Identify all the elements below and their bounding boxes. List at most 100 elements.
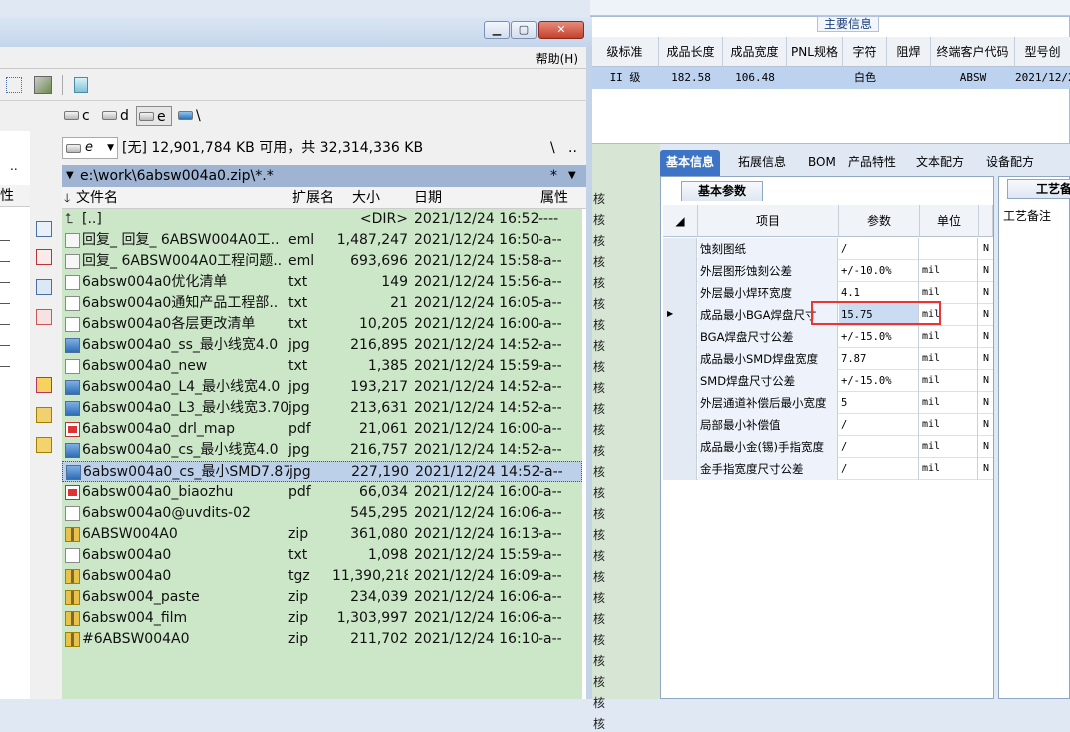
param-unit[interactable]: mil xyxy=(920,260,978,282)
param-row[interactable]: 外层图形蚀刻公差 +/-10.0% mil N xyxy=(663,260,993,282)
title-bar[interactable]: ▁ ▢ ✕ xyxy=(0,17,592,47)
edit-file-icon[interactable] xyxy=(36,249,52,265)
param-unit[interactable] xyxy=(920,238,978,260)
param-value[interactable]: / xyxy=(839,414,919,436)
param-unit[interactable]: mil xyxy=(920,370,978,392)
drive-c-button[interactable]: c xyxy=(62,106,90,126)
file-row[interactable]: #6ABSW004A0 zip 211,702 2021/12/24 16:10 -a-… xyxy=(62,629,582,650)
drive-e-button[interactable]: e xyxy=(136,106,172,126)
row-selector[interactable] xyxy=(663,348,697,370)
row-selector[interactable] xyxy=(663,436,697,458)
minimize-button[interactable]: ▁ xyxy=(484,21,510,39)
grid-col-header[interactable]: 成品宽度 xyxy=(723,37,787,67)
grid-col-header[interactable]: 成品长度 xyxy=(659,37,723,67)
param-row[interactable]: BGA焊盘尺寸公差 +/-15.0% mil N xyxy=(663,326,993,348)
grid-view-icon[interactable] xyxy=(6,77,22,93)
tab-1[interactable]: 拓展信息 xyxy=(732,150,792,176)
parent-button[interactable]: .. xyxy=(568,131,577,165)
tab-3[interactable]: 产品特性 xyxy=(842,150,902,176)
row-selector[interactable] xyxy=(663,260,697,282)
param-row[interactable]: 局部最小补偿值 / mil N xyxy=(663,414,993,436)
param-row[interactable]: 蚀刻图纸 / N xyxy=(663,238,993,260)
view-file-icon[interactable] xyxy=(36,221,52,237)
file-row[interactable]: 6absw004a0_new txt 1,385 2021/12/24 15:59 -a… xyxy=(62,356,582,377)
file-row[interactable]: ⮤ [..] <DIR> 2021/12/24 16:52 ---- xyxy=(62,209,582,230)
file-row[interactable]: 6ABSW004A0 zip 361,080 2021/12/24 16:13 -a-- xyxy=(62,524,582,545)
new-folder-icon[interactable] xyxy=(36,407,52,423)
param-row[interactable]: SMD焊盘尺寸公差 +/-15.0% mil N xyxy=(663,370,993,392)
folder-icon[interactable] xyxy=(36,437,52,453)
file-row[interactable]: 6absw004a0通知产品工程部.. txt 21 2021/12/24 16:05… xyxy=(62,293,582,314)
file-row[interactable]: 回复_ 回复_ 6ABSW004A0工.. eml 1,487,247 2021/12… xyxy=(62,230,582,251)
main-info-grid-row[interactable]: II 级 182.58 106.48 白色 ABSW 2021/12/2 xyxy=(591,67,1070,89)
pack-icon[interactable] xyxy=(34,76,52,94)
grid-col-header[interactable]: 型号创 xyxy=(1015,37,1070,67)
gift-icon[interactable] xyxy=(36,377,52,393)
file-row[interactable]: 6absw004a0_drl_map pdf 21,061 2021/12/24 16… xyxy=(62,419,582,440)
col-date[interactable]: 日期 xyxy=(414,187,442,209)
col-attributes[interactable]: 属性 xyxy=(540,187,568,209)
file-row[interactable]: 6absw004a0_L3_最小线宽3.70.. jpg 213,631 2021/1… xyxy=(62,398,582,419)
drive-d-button[interactable]: d xyxy=(100,106,129,126)
param-row[interactable]: 成品最小金(锡)手指宽度 / mil N xyxy=(663,436,993,458)
file-row[interactable]: 6absw004a0_ss_最小线宽4.0 jpg 216,895 2021/12/2… xyxy=(62,335,582,356)
window-scrollbar[interactable] xyxy=(586,47,592,699)
basic-params-tab[interactable]: 基本参数 xyxy=(681,181,763,201)
row-selector[interactable] xyxy=(663,414,697,436)
help-menu[interactable]: 帮助(H) xyxy=(536,50,578,67)
row-selector[interactable] xyxy=(663,326,697,348)
param-value[interactable]: 5 xyxy=(839,392,919,414)
params-header-item[interactable]: 项目 xyxy=(698,205,839,237)
param-unit[interactable]: mil xyxy=(920,326,978,348)
file-row[interactable]: 6absw004a0_cs_最小SMD7.870 jpg 227,190 2021/1… xyxy=(62,461,582,482)
row-selector[interactable] xyxy=(663,370,697,392)
file-row[interactable]: 6absw004_paste zip 234,039 2021/12/24 16:06… xyxy=(62,587,582,608)
params-header-value[interactable]: 参数 xyxy=(839,205,920,237)
param-row[interactable]: 成品最小SMD焊盘宽度 7.87 mil N xyxy=(663,348,993,370)
col-size[interactable]: 大小 xyxy=(352,187,380,209)
file-row[interactable]: 6absw004_film zip 1,303,997 2021/12/24 16:0… xyxy=(62,608,582,629)
filter-label[interactable]: * xyxy=(550,165,557,187)
file-row[interactable]: 6absw004a0_cs_最小线宽4.0 jpg 216,757 2021/12/2… xyxy=(62,440,582,461)
row-selector[interactable] xyxy=(663,458,697,480)
copy-file-icon[interactable] xyxy=(36,279,52,295)
notepad-icon[interactable] xyxy=(74,77,88,93)
root-button[interactable]: \ xyxy=(550,131,555,165)
param-unit[interactable]: mil xyxy=(920,392,978,414)
row-selector[interactable] xyxy=(663,282,697,304)
craft-tab[interactable]: 工艺备 xyxy=(1007,179,1070,199)
move-file-icon[interactable] xyxy=(36,309,52,325)
param-unit[interactable]: mil xyxy=(920,348,978,370)
params-header-unit[interactable]: 单位 xyxy=(920,205,979,237)
left-panel-attr-header[interactable]: 性 xyxy=(0,185,30,207)
row-selector[interactable]: ▶ xyxy=(663,304,697,326)
param-unit[interactable]: mil xyxy=(920,414,978,436)
grid-col-header[interactable]: 阻焊 xyxy=(887,37,931,67)
col-extension[interactable]: 扩展名 xyxy=(292,187,334,209)
param-value[interactable]: +/-15.0% xyxy=(839,326,919,348)
grid-col-header[interactable]: 字符 xyxy=(843,37,887,67)
param-value[interactable]: +/-15.0% xyxy=(839,370,919,392)
network-root-button[interactable]: \ xyxy=(176,106,201,126)
param-row[interactable]: 外层通道补偿后最小宽度 5 mil N xyxy=(663,392,993,414)
row-selector[interactable] xyxy=(663,392,697,414)
file-row[interactable]: 6absw004a0_biaozhu pdf 66,034 2021/12/24 16… xyxy=(62,482,582,503)
param-unit[interactable]: mil xyxy=(920,458,978,480)
param-row[interactable]: 金手指宽度尺寸公差 / mil N xyxy=(663,458,993,480)
file-row[interactable]: 回复_ 6ABSW004A0工程问题.. eml 693,696 2021/12/24… xyxy=(62,251,582,272)
grid-col-header[interactable]: 终端客户代码 xyxy=(931,37,1015,67)
close-button[interactable]: ✕ xyxy=(538,21,584,39)
file-row[interactable]: 6absw004a0_L4_最小线宽4.0 jpg 193,217 2021/12/2… xyxy=(62,377,582,398)
tab-5[interactable]: 设备配方 xyxy=(980,150,1040,176)
filter-dropdown-icon[interactable]: ▼ xyxy=(568,165,576,187)
tab-4[interactable]: 文本配方 xyxy=(910,150,970,176)
grid-col-header[interactable]: 级标准 xyxy=(591,37,659,67)
param-value[interactable]: 7.87 xyxy=(839,348,919,370)
file-row[interactable]: 6absw004a0 txt 1,098 2021/12/24 15:59 -a-- xyxy=(62,545,582,566)
file-row[interactable]: 6absw004a0@uvdits-02 545,295 2021/12/24 16… xyxy=(62,503,582,524)
col-filename[interactable]: 文件名 xyxy=(76,187,118,209)
history-dropdown-icon[interactable]: ▼ xyxy=(66,165,74,187)
param-value[interactable]: / xyxy=(839,436,919,458)
param-value[interactable]: / xyxy=(839,238,919,260)
maximize-button[interactable]: ▢ xyxy=(511,21,537,39)
